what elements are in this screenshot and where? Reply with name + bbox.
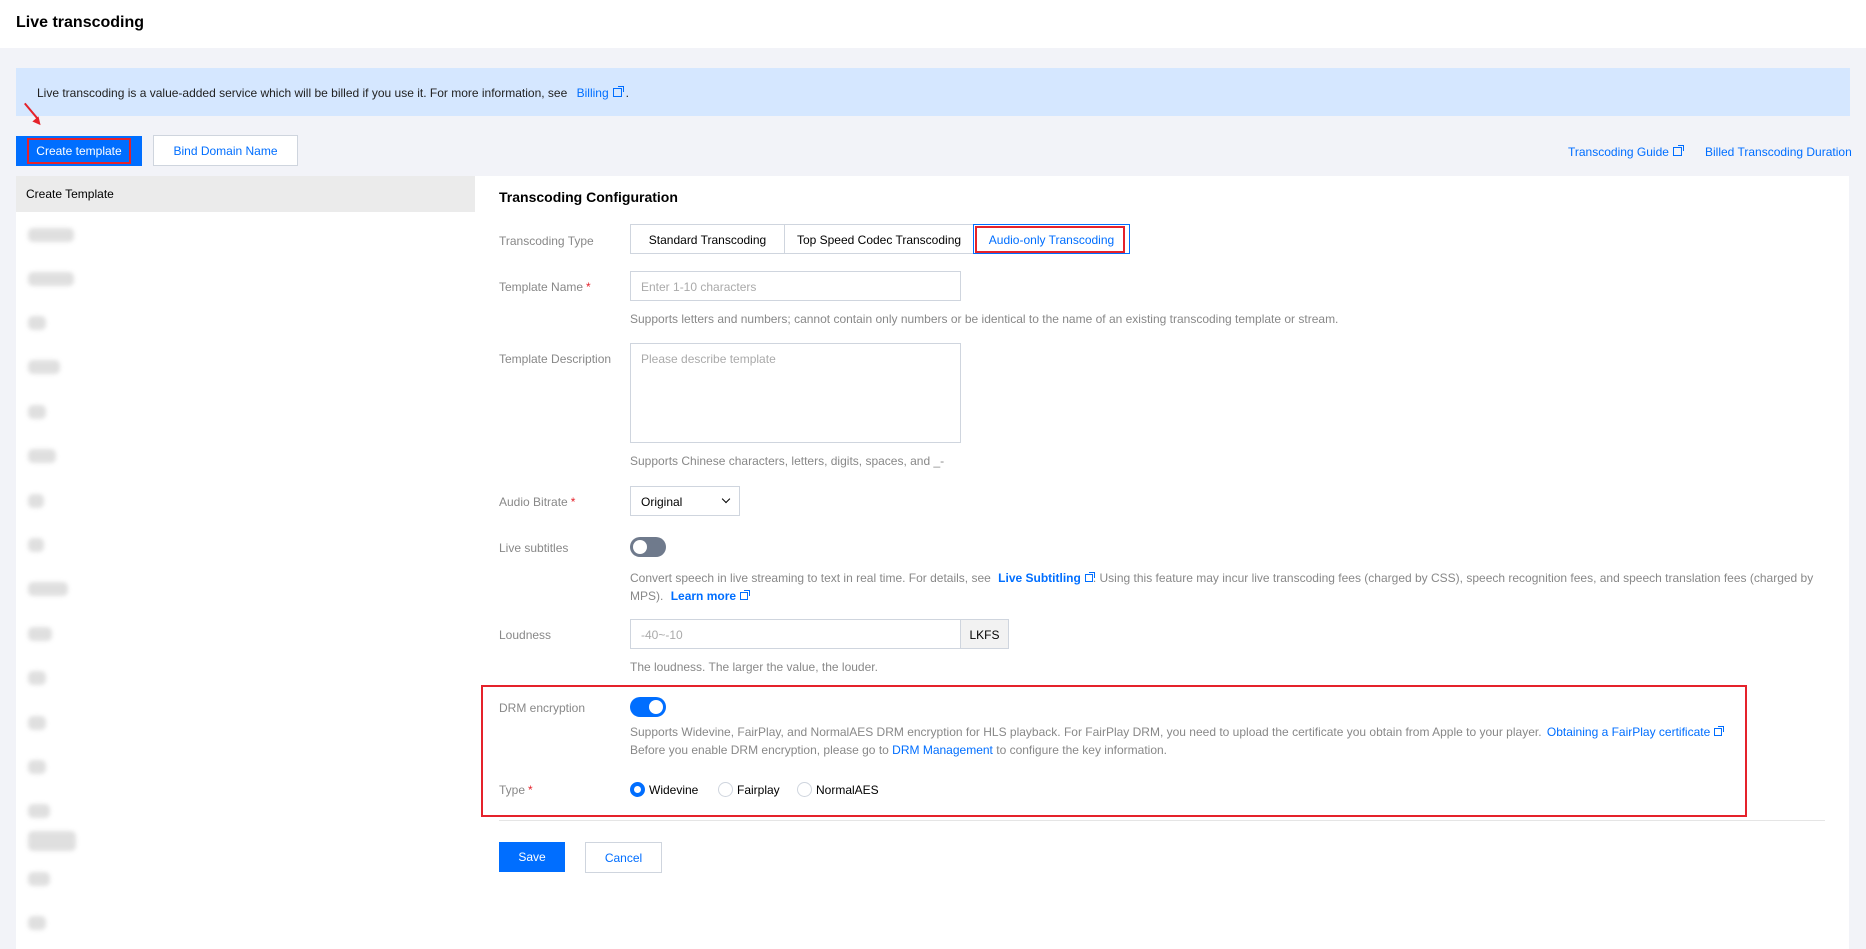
- live-subtitles-label: Live subtitles: [499, 541, 569, 555]
- template-name-input[interactable]: Enter 1-10 characters: [630, 271, 961, 301]
- template-list-item[interactable]: [28, 716, 46, 730]
- loudness-hint: The loudness. The larger the value, the …: [630, 660, 878, 674]
- template-list-item[interactable]: [28, 405, 46, 419]
- template-list-item[interactable]: [28, 316, 46, 330]
- bind-domain-button[interactable]: Bind Domain Name: [153, 135, 298, 166]
- highlight-box: [975, 226, 1125, 253]
- external-link-icon: [612, 86, 624, 97]
- cancel-button[interactable]: Cancel: [585, 842, 662, 873]
- template-name-hint: Supports letters and numbers; cannot con…: [630, 312, 1339, 326]
- template-list-item[interactable]: [28, 872, 50, 886]
- template-list-item[interactable]: [28, 449, 56, 463]
- save-button[interactable]: Save: [499, 842, 565, 872]
- learn-more-link[interactable]: Learn more: [671, 589, 751, 603]
- live-subtitles-toggle[interactable]: [630, 537, 666, 557]
- template-list-item[interactable]: [28, 582, 68, 596]
- template-list-item[interactable]: [28, 272, 74, 286]
- template-list-item[interactable]: [28, 360, 60, 374]
- template-list: Create Template: [16, 176, 475, 949]
- audio-bitrate-label: Audio Bitrate *: [499, 495, 576, 509]
- template-name-label: Template Name *: [499, 280, 591, 294]
- tab-standard-transcoding[interactable]: Standard Transcoding: [630, 224, 785, 254]
- loudness-unit: LKFS: [961, 619, 1009, 649]
- loudness-input[interactable]: -40~-10: [630, 619, 961, 649]
- tab-top-speed-codec-transcoding[interactable]: Top Speed Codec Transcoding: [784, 224, 974, 254]
- form-divider: [499, 820, 1825, 821]
- template-list-item[interactable]: [28, 494, 44, 508]
- transcoding-type-label: Transcoding Type: [499, 234, 594, 248]
- template-list-item[interactable]: [28, 627, 52, 641]
- notice-text: Live transcoding is a value-added servic…: [37, 86, 568, 100]
- notice-suffix: .: [625, 86, 629, 100]
- highlight-box: [27, 138, 131, 164]
- highlight-box: [481, 685, 1747, 817]
- section-title: Transcoding Configuration: [499, 189, 678, 205]
- chevron-down-icon: [721, 494, 731, 504]
- annotation-arrow-head: [32, 116, 44, 128]
- live-subtitling-link[interactable]: Live Subtitling: [998, 571, 1095, 585]
- transcoding-config-panel: Transcoding Configuration Transcoding Ty…: [475, 176, 1849, 949]
- external-link-icon: [740, 590, 751, 600]
- live-subtitles-hint: Convert speech in live streaming to text…: [630, 571, 1814, 603]
- page-title: Live transcoding: [16, 14, 145, 31]
- template-list-item-create[interactable]: Create Template: [16, 176, 475, 212]
- template-description-label: Template Description: [499, 352, 612, 366]
- template-list-item[interactable]: [28, 760, 46, 774]
- audio-bitrate-select[interactable]: Original: [630, 486, 740, 516]
- template-list-item[interactable]: [28, 916, 46, 930]
- template-list-item[interactable]: [28, 228, 74, 242]
- template-description-hint: Supports Chinese characters, letters, di…: [630, 454, 945, 468]
- loudness-label: Loudness: [499, 628, 552, 642]
- page-header: Live transcoding: [0, 0, 1866, 48]
- billing-link[interactable]: Billing: [577, 86, 624, 100]
- template-list-item[interactable]: [28, 804, 50, 818]
- external-link-icon: [1084, 572, 1095, 582]
- transcoding-guide-link[interactable]: Transcoding Guide: [1568, 145, 1684, 159]
- external-link-icon: [1672, 145, 1684, 156]
- billed-duration-link[interactable]: Billed Transcoding Duration: [1705, 145, 1852, 159]
- toggle-knob: [633, 540, 647, 554]
- template-list-item[interactable]: [28, 538, 44, 552]
- template-list-item[interactable]: [28, 831, 76, 851]
- billing-notice: Live transcoding is a value-added servic…: [16, 68, 1850, 116]
- template-description-textarea[interactable]: Please describe template: [630, 343, 961, 443]
- template-list-item[interactable]: [28, 671, 46, 685]
